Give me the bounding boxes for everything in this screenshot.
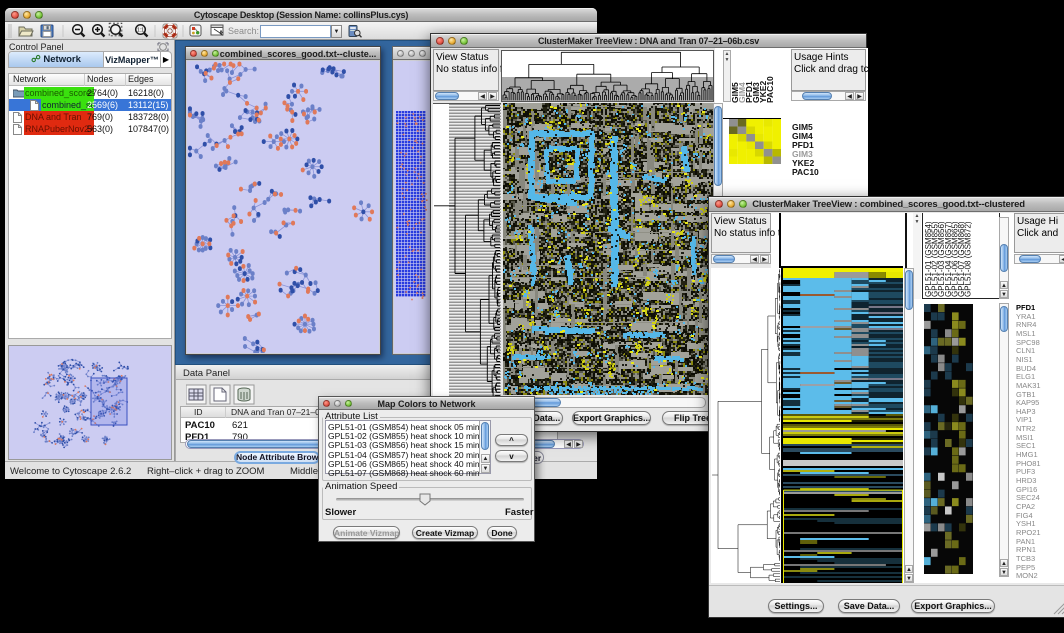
svg-text:1:1: 1:1 (137, 28, 144, 34)
svg-text:PAC10: PAC10 (765, 76, 775, 103)
svg-text:GPL51-08 (GSM872): GPL51-08 (GSM872) (964, 221, 973, 297)
